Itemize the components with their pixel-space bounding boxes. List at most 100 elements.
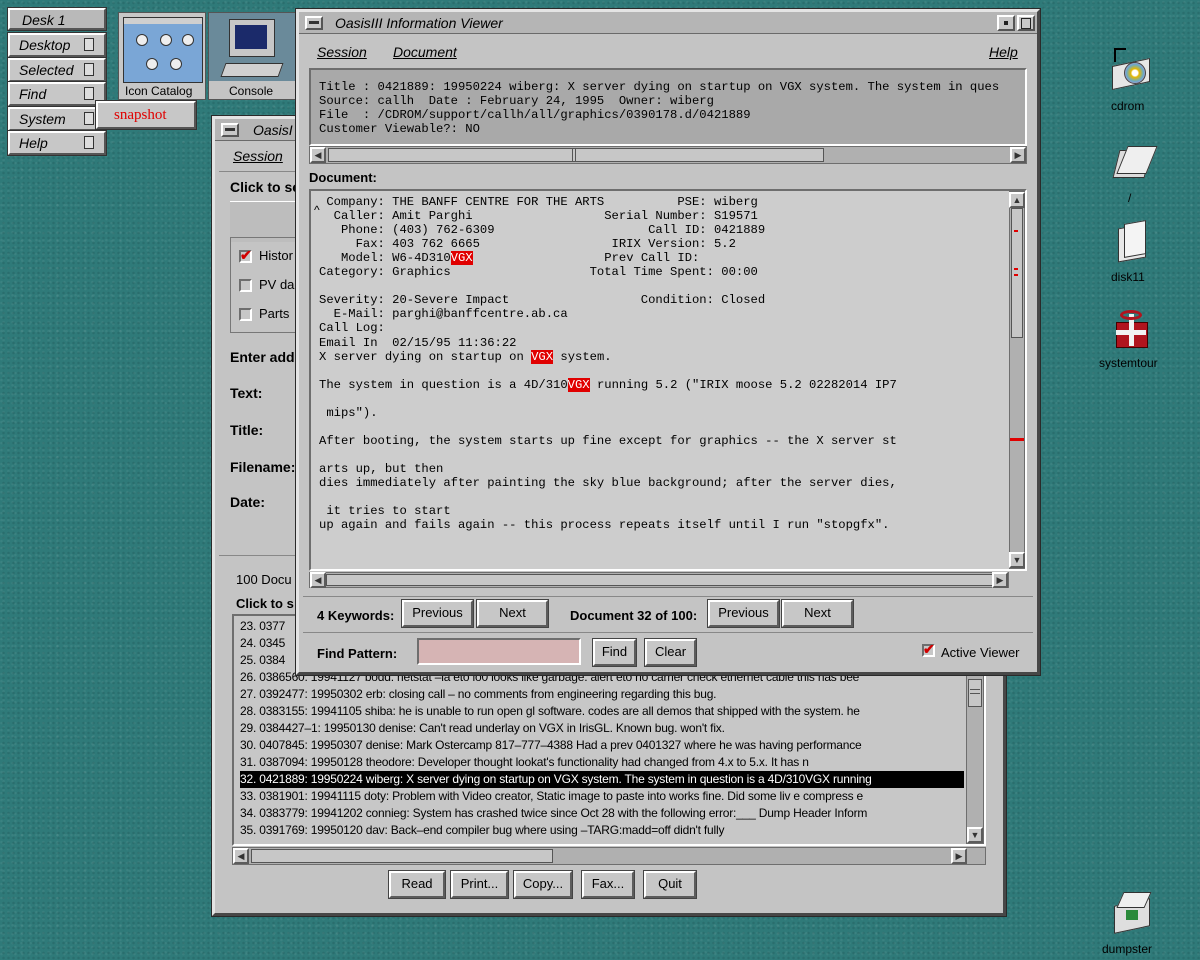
menu-session[interactable]: Session — [233, 148, 283, 164]
toolchest-item-label: System — [19, 110, 66, 127]
keyword-highlight: VGX — [567, 377, 590, 392]
toolchest-item-system[interactable]: System — [7, 105, 107, 132]
result-row[interactable]: 30. 0407845: 19950307 denise: Mark Oster… — [240, 737, 964, 754]
results-scroll-down[interactable]: ▼ — [967, 827, 983, 843]
viewer-menu-document[interactable]: Document — [393, 44, 457, 60]
document-text-area[interactable]: Company: THE BANFF CENTRE FOR THE ARTS P… — [309, 189, 1027, 571]
toolchest-item-selected[interactable]: Selected — [7, 56, 107, 83]
viewer-menubar: Session Document Help — [299, 34, 1037, 64]
document-line: Category: Graphics Total Time Spent: 00:… — [319, 265, 758, 280]
header-info-line: Source: callh Date : February 24, 1995 O… — [319, 94, 714, 108]
find-button[interactable]: Find — [592, 638, 637, 667]
doc-scroll-left[interactable]: ◀ — [310, 572, 326, 588]
keyword-previous-button[interactable]: Previous — [401, 599, 474, 628]
document-line: Email In 02/15/95 11:36:22 — [319, 335, 517, 350]
result-row[interactable]: 35. 0391769: 19950120 dav: Back–end comp… — [240, 822, 964, 839]
viewer-titlebar[interactable]: OasisIII Information Viewer — [299, 12, 1037, 34]
systemtour-icon[interactable] — [1112, 310, 1152, 350]
root-folder-icon[interactable] — [1112, 142, 1158, 184]
keyword-highlight: VGX — [531, 349, 554, 364]
copy-button[interactable]: Copy... — [513, 870, 573, 899]
pv-data-checkbox[interactable] — [239, 279, 252, 292]
icon-catalog-label: Icon Catalog — [125, 84, 193, 98]
document-line: E-Mail: parghi@banffcentre.ab.ca — [319, 307, 568, 322]
history-label: Histor — [259, 248, 293, 263]
results-hscroll[interactable]: ◀ ▶ — [232, 847, 986, 865]
fax-button[interactable]: Fax... — [581, 870, 635, 899]
cdrom-label: cdrom — [1111, 99, 1145, 113]
document-hscroll[interactable]: ◀ ▶ — [309, 572, 1009, 588]
root-label: / — [1128, 191, 1132, 205]
keyword-highlight: VGX — [450, 251, 473, 266]
maximize-button[interactable] — [1017, 15, 1035, 31]
result-row[interactable]: 28. 0383155: 19941105 shiba: he is unabl… — [240, 703, 964, 720]
search-menubar: Session — [215, 142, 299, 170]
keyword-next-button[interactable]: Next — [476, 599, 549, 628]
header-info-line: Customer Viewable?: NO — [319, 122, 480, 136]
snapshot-popup[interactable]: snapshot — [95, 100, 197, 130]
parts-label: Parts — [259, 306, 290, 321]
result-row[interactable]: 34. 0383779: 19941202 connieg: System ha… — [240, 805, 964, 822]
result-row[interactable]: 29. 0384427–1: 19950130 denise: Can't re… — [240, 720, 964, 737]
launch-icon — [84, 87, 94, 100]
viewer-window-menu-button[interactable] — [305, 16, 323, 30]
result-row[interactable]: 27. 0392477: 19950302 erb: closing call … — [240, 686, 964, 703]
result-row[interactable]: 31. 0387094: 19950128 theodore: Develope… — [240, 754, 964, 771]
toolchest-item-desktop[interactable]: Desktop — [7, 32, 107, 58]
header-info-line: File : /CDROM/support/callh/all/graphics… — [319, 108, 751, 122]
document-previous-button[interactable]: Previous — [707, 599, 780, 628]
document-of-label: Document 32 of 100: — [570, 608, 698, 623]
active-viewer-checkbox[interactable] — [922, 641, 935, 658]
viewer-menu-session[interactable]: Session — [317, 44, 367, 60]
doc-scroll-thumb[interactable] — [1011, 208, 1023, 338]
information-viewer-window: OasisIII Information Viewer Session Docu… — [295, 8, 1041, 676]
document-next-button[interactable]: Next — [781, 599, 854, 628]
result-row[interactable]: 33. 0381901: 19941115 doty: Problem with… — [240, 788, 964, 805]
results-scroll-left[interactable]: ◀ — [233, 848, 249, 864]
launch-icon — [84, 136, 94, 149]
doc-scroll-right[interactable]: ▶ — [992, 572, 1008, 588]
window-menu-button[interactable] — [221, 123, 239, 137]
date-field-label: Date: — [230, 494, 266, 510]
minimize-button[interactable] — [997, 15, 1015, 31]
doc-scroll-up[interactable]: ▲ — [1009, 192, 1025, 208]
dumpster-icon[interactable] — [1110, 888, 1154, 934]
document-line: Phone: (403) 762-6309 Call ID: 0421889 — [319, 223, 766, 238]
results-scroll-right[interactable]: ▶ — [951, 848, 967, 864]
document-line: it tries to start — [319, 504, 451, 519]
print-button[interactable]: Print... — [450, 870, 509, 899]
quit-button[interactable]: Quit — [643, 870, 697, 899]
toolchest-item-find[interactable]: Find — [7, 81, 107, 107]
viewer-menu-help[interactable]: Help — [989, 44, 1018, 60]
document-label: Document: — [309, 170, 377, 185]
read-button[interactable]: Read — [388, 870, 446, 899]
header-info-panel: Title : 0421889: 19950224 wiberg: X serv… — [309, 68, 1027, 146]
icon-catalog-icon[interactable]: Icon Catalog — [118, 12, 206, 100]
history-checkbox[interactable] — [239, 247, 252, 264]
document-line: Company: THE BANFF CENTRE FOR THE ARTS P… — [319, 195, 758, 209]
header-info-line: Title : 0421889: 19950224 wiberg: X serv… — [319, 80, 1000, 94]
toolchest-item-help[interactable]: Help — [7, 130, 107, 156]
cdrom-icon[interactable] — [1108, 48, 1154, 92]
launch-icon — [84, 38, 94, 51]
header-hscroll[interactable]: ◀ ▶ — [309, 146, 1027, 164]
search-window-title: OasisI — [253, 122, 293, 138]
document-line: The system in question is a 4D/310VGX ru… — [319, 377, 897, 392]
disk11-icon[interactable] — [1112, 218, 1152, 264]
viewer-title: OasisIII Information Viewer — [335, 15, 503, 31]
toolchest-title[interactable]: Desk 1 — [7, 7, 107, 31]
document-vscroll[interactable]: ▲ ▼ — [1009, 191, 1025, 569]
header-scroll-right[interactable]: ▶ — [1010, 147, 1026, 163]
find-pattern-input[interactable] — [417, 638, 581, 665]
clear-button[interactable]: Clear — [644, 638, 697, 667]
parts-checkbox[interactable] — [239, 308, 252, 321]
keywords-label: 4 Keywords: — [317, 608, 395, 623]
document-line: Model: W6-4D310VGX Prev Call ID: — [319, 251, 700, 266]
document-line: Call Log: — [319, 321, 385, 336]
result-row[interactable]: 32. 0421889: 19950224 wiberg: X server d… — [240, 771, 964, 788]
source-panel — [230, 201, 300, 242]
header-scroll-left[interactable]: ◀ — [310, 147, 326, 163]
console-icon[interactable]: Console — [208, 12, 298, 100]
enter-additional-label: Enter addi — [230, 349, 299, 365]
doc-scroll-down[interactable]: ▼ — [1009, 552, 1025, 568]
